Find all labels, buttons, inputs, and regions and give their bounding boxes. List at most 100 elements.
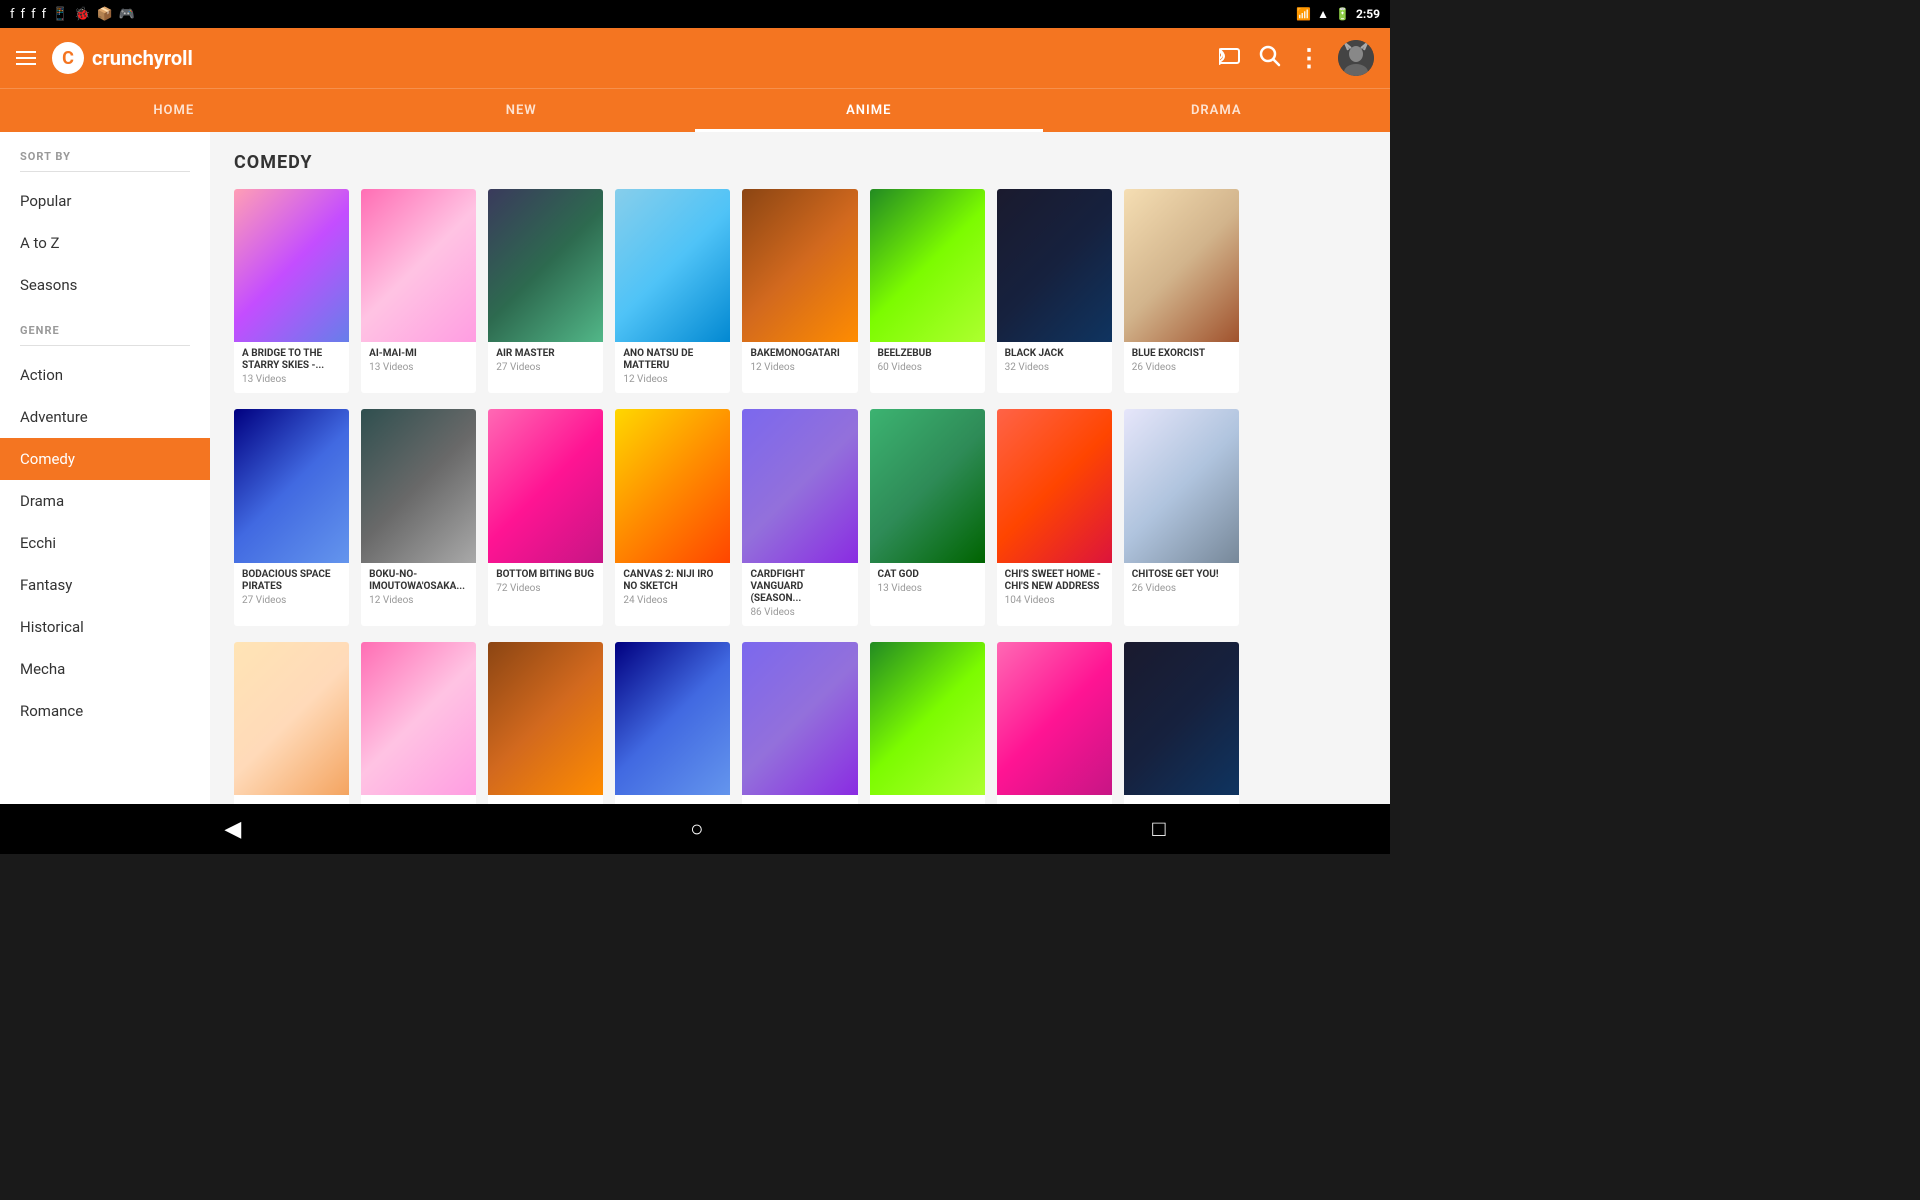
card-thumb-10 xyxy=(361,409,476,562)
tab-new[interactable]: NEW xyxy=(348,89,696,132)
back-button[interactable]: ◀ xyxy=(224,817,241,842)
app-icon-2: 🎮 xyxy=(119,7,135,22)
card-title-15: CHI'S SWEET HOME - CHI'S NEW ADDRESS xyxy=(1005,569,1104,593)
card-20[interactable] xyxy=(615,642,730,804)
tab-home[interactable]: HOME xyxy=(0,89,348,132)
logo[interactable]: C crunchyroll xyxy=(52,42,193,74)
home-button[interactable]: ○ xyxy=(690,816,703,842)
content-area: COMEDY A BRIDGE TO THE STARRY SKIES -...… xyxy=(210,132,1390,804)
card-title-7: BLACK JACK xyxy=(1005,348,1104,360)
card-10[interactable]: BOKU-NO-IMOUTOWA'OSAKA... 12 Videos xyxy=(361,409,476,625)
card-thumb-5 xyxy=(742,189,857,342)
card-thumb-16 xyxy=(1124,409,1239,562)
card-12[interactable]: CANVAS 2: NIJI IRO NO SKETCH 24 Videos xyxy=(615,409,730,625)
card-thumb-14 xyxy=(870,409,985,562)
app-icon-1: 📦 xyxy=(97,7,113,22)
card-8[interactable]: BLUE EXORCIST 26 Videos xyxy=(1124,189,1239,393)
tab-drama[interactable]: DRAMA xyxy=(1043,89,1391,132)
fb-icon-3: f xyxy=(31,7,36,22)
card-9[interactable]: BODACIOUS SPACE PIRATES 27 Videos xyxy=(234,409,349,625)
card-thumb-6 xyxy=(870,189,985,342)
sidebar-item-historical[interactable]: Historical xyxy=(0,606,210,648)
sidebar-item-mecha[interactable]: Mecha xyxy=(0,648,210,690)
card-videos-11: 72 Videos xyxy=(496,583,595,594)
time-display: 2:59 xyxy=(1356,7,1380,21)
card-title-3: AIR MASTER xyxy=(496,348,595,360)
sidebar-item-popular[interactable]: Popular xyxy=(0,180,210,222)
card-thumb-8 xyxy=(1124,189,1239,342)
card-grid-row1: A BRIDGE TO THE STARRY SKIES -... 13 Vid… xyxy=(234,189,1366,393)
status-icons-right: 📶 ▲ 🔋 2:59 xyxy=(1296,7,1380,21)
phone-icon: 📱 xyxy=(52,7,68,22)
sidebar-item-adventure[interactable]: Adventure xyxy=(0,396,210,438)
card-4[interactable]: ANO NATSU DE MATTERU 12 Videos xyxy=(615,189,730,393)
card-15[interactable]: CHI'S SWEET HOME - CHI'S NEW ADDRESS 104… xyxy=(997,409,1112,625)
card-22[interactable] xyxy=(870,642,985,804)
card-thumb-21 xyxy=(742,642,857,795)
wifi-icon: ▲ xyxy=(1317,7,1329,21)
status-icons-left: f f f f 📱 🐞 📦 🎮 xyxy=(10,7,135,22)
card-title-9: BODACIOUS SPACE PIRATES xyxy=(242,569,341,593)
card-thumb-1 xyxy=(234,189,349,342)
card-grid-row2: BODACIOUS SPACE PIRATES 27 Videos BOKU-N… xyxy=(234,409,1366,625)
card-23[interactable] xyxy=(997,642,1112,804)
card-thumb-13 xyxy=(742,409,857,562)
card-thumb-24 xyxy=(1124,642,1239,795)
card-title-11: BOTTOM BITING BUG xyxy=(496,569,595,581)
status-bar: f f f f 📱 🐞 📦 🎮 📶 ▲ 🔋 2:59 xyxy=(0,0,1390,28)
nav-tabs: HOME NEW ANIME DRAMA xyxy=(0,88,1390,132)
header-right: ⋮ xyxy=(1219,40,1374,76)
card-title-8: BLUE EXORCIST xyxy=(1132,348,1231,360)
card-title-5: BAKEMONOGATARI xyxy=(750,348,849,360)
sidebar-item-action[interactable]: Action xyxy=(0,354,210,396)
sidebar-item-a-to-z[interactable]: A to Z xyxy=(0,222,210,264)
card-19[interactable] xyxy=(488,642,603,804)
card-13[interactable]: CARDFIGHT VANGUARD (SEASON... 86 Videos xyxy=(742,409,857,625)
sidebar-item-fantasy[interactable]: Fantasy xyxy=(0,564,210,606)
sim-icon: 📶 xyxy=(1296,7,1311,21)
card-1[interactable]: A BRIDGE TO THE STARRY SKIES -... 13 Vid… xyxy=(234,189,349,393)
card-title-6: BEELZEBUB xyxy=(878,348,977,360)
sidebar-item-seasons[interactable]: Seasons xyxy=(0,264,210,306)
card-11[interactable]: BOTTOM BITING BUG 72 Videos xyxy=(488,409,603,625)
card-3[interactable]: AIR MASTER 27 Videos xyxy=(488,189,603,393)
card-14[interactable]: CAT GOD 13 Videos xyxy=(870,409,985,625)
tab-anime[interactable]: ANIME xyxy=(695,89,1043,132)
card-thumb-9 xyxy=(234,409,349,562)
card-title-13: CARDFIGHT VANGUARD (SEASON... xyxy=(750,569,849,605)
card-16[interactable]: CHITOSE GET YOU! 26 Videos xyxy=(1124,409,1239,625)
avatar[interactable] xyxy=(1338,40,1374,76)
sort-by-label: SORT BY xyxy=(0,132,210,171)
sidebar-item-comedy[interactable]: Comedy xyxy=(0,438,210,480)
section-title: COMEDY xyxy=(234,152,1366,173)
card-videos-10: 12 Videos xyxy=(369,595,468,606)
card-5[interactable]: BAKEMONOGATARI 12 Videos xyxy=(742,189,857,393)
sidebar-item-romance[interactable]: Romance xyxy=(0,690,210,732)
card-videos-12: 24 Videos xyxy=(623,595,722,606)
card-thumb-17 xyxy=(234,642,349,795)
card-title-4: ANO NATSU DE MATTERU xyxy=(623,348,722,372)
hamburger-button[interactable] xyxy=(16,51,36,65)
more-options-icon[interactable]: ⋮ xyxy=(1297,44,1322,72)
card-21[interactable] xyxy=(742,642,857,804)
card-6[interactable]: BEELZEBUB 60 Videos xyxy=(870,189,985,393)
recent-apps-button[interactable]: □ xyxy=(1152,816,1165,842)
sort-divider xyxy=(20,171,190,172)
card-videos-15: 104 Videos xyxy=(1005,595,1104,606)
cast-icon[interactable] xyxy=(1219,46,1243,70)
sidebar: SORT BY Popular A to Z Seasons GENRE Act… xyxy=(0,132,210,804)
search-icon[interactable] xyxy=(1259,45,1281,72)
card-7[interactable]: BLACK JACK 32 Videos xyxy=(997,189,1112,393)
card-24[interactable] xyxy=(1124,642,1239,804)
card-2[interactable]: AI-MAI-MI 13 Videos xyxy=(361,189,476,393)
genre-label: GENRE xyxy=(0,306,210,345)
bottom-nav-bar: ◀ ○ □ xyxy=(0,804,1390,854)
sidebar-item-drama[interactable]: Drama xyxy=(0,480,210,522)
card-18[interactable] xyxy=(361,642,476,804)
fb-icon-4: f xyxy=(42,7,47,22)
sidebar-item-ecchi[interactable]: Ecchi xyxy=(0,522,210,564)
bug-icon: 🐞 xyxy=(74,7,90,22)
card-thumb-23 xyxy=(997,642,1112,795)
card-thumb-4 xyxy=(615,189,730,342)
card-17[interactable] xyxy=(234,642,349,804)
